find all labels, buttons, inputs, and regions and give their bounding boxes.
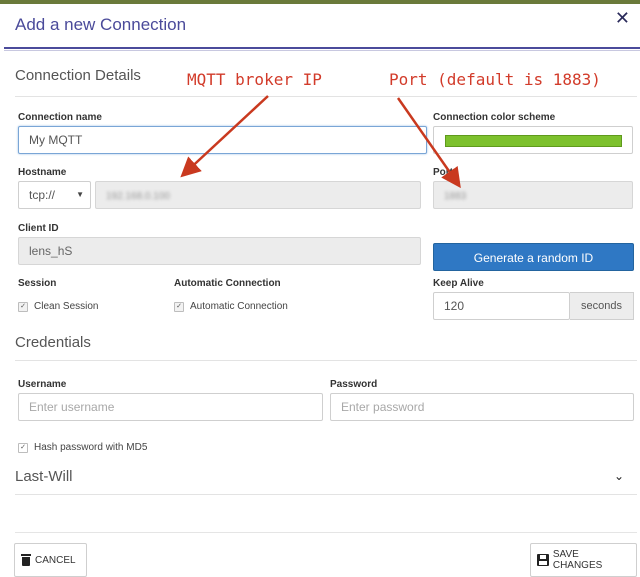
- port-input[interactable]: 1883: [433, 181, 633, 209]
- keep-alive-label: Keep Alive: [433, 278, 484, 289]
- hostname-label: Hostname: [18, 167, 67, 178]
- section-divider: [15, 96, 637, 97]
- hash-md5-label: Hash password with MD5: [34, 442, 148, 453]
- cancel-button[interactable]: CANCEL: [14, 543, 87, 577]
- password-label: Password: [330, 379, 378, 390]
- username-label: Username: [18, 379, 67, 390]
- clean-session-checkbox[interactable]: ✓ Clean Session: [18, 301, 98, 312]
- save-changes-label: SAVE CHANGES: [552, 549, 603, 571]
- hash-md5-checkbox[interactable]: ✓ Hash password with MD5: [18, 442, 147, 453]
- client-id-input[interactable]: lens_hS: [18, 237, 421, 265]
- connection-name-label: Connection name: [18, 112, 102, 123]
- color-swatch: [445, 135, 622, 147]
- section-divider: [15, 494, 637, 495]
- keep-alive-unit: seconds: [570, 292, 634, 320]
- chevron-down-icon[interactable]: ⌄: [614, 469, 624, 483]
- color-scheme-label: Connection color scheme: [433, 112, 556, 123]
- last-will-heading[interactable]: Last-Will: [15, 468, 73, 485]
- save-changes-button[interactable]: SAVE CHANGES: [530, 543, 637, 577]
- port-value: 1883: [444, 191, 467, 202]
- username-input[interactable]: [18, 393, 323, 421]
- dialog-title: Add a new Connection: [15, 15, 187, 34]
- cancel-label: CANCEL: [35, 554, 76, 566]
- checkmark-icon: ✓: [18, 442, 28, 453]
- footer-divider: [15, 532, 637, 533]
- auto-connection-label: Automatic Connection: [174, 278, 281, 289]
- auto-connection-checkbox[interactable]: ✓ Automatic Connection: [174, 301, 288, 312]
- auto-connection-option-label: Automatic Connection: [190, 301, 288, 312]
- protocol-select[interactable]: tcp:// ▼: [18, 181, 91, 209]
- password-input[interactable]: [330, 393, 634, 421]
- keep-alive-input[interactable]: [433, 292, 570, 320]
- header-divider: [4, 47, 640, 49]
- caret-down-icon: ▼: [76, 190, 84, 199]
- connection-name-input[interactable]: [18, 126, 427, 154]
- connection-details-heading: Connection Details: [15, 67, 141, 84]
- section-divider: [15, 360, 637, 361]
- credentials-heading: Credentials: [15, 334, 91, 351]
- checkmark-icon: ✓: [174, 301, 184, 312]
- port-label: Port: [433, 167, 453, 178]
- clean-session-label: Clean Session: [34, 301, 99, 312]
- checkmark-icon: ✓: [18, 301, 28, 312]
- protocol-value: tcp://: [29, 188, 56, 202]
- close-icon[interactable]: ✕: [615, 8, 630, 29]
- client-id-value: lens_hS: [29, 244, 73, 258]
- annotation-broker-ip: MQTT broker IP: [187, 70, 322, 89]
- dialog-header: Add a new Connection ✕: [0, 4, 640, 46]
- client-id-label: Client ID: [18, 223, 59, 234]
- hostname-value: 192.168.0.100: [106, 191, 170, 202]
- annotation-port: Port (default is 1883): [389, 70, 601, 89]
- floppy-disk-icon: [537, 554, 549, 566]
- generate-random-id-button[interactable]: Generate a random ID: [433, 243, 634, 271]
- header-divider-shadow: [4, 50, 640, 51]
- hostname-input[interactable]: 192.168.0.100: [95, 181, 421, 209]
- session-label: Session: [18, 278, 57, 289]
- trash-icon: [21, 554, 31, 566]
- color-scheme-picker[interactable]: [433, 126, 633, 154]
